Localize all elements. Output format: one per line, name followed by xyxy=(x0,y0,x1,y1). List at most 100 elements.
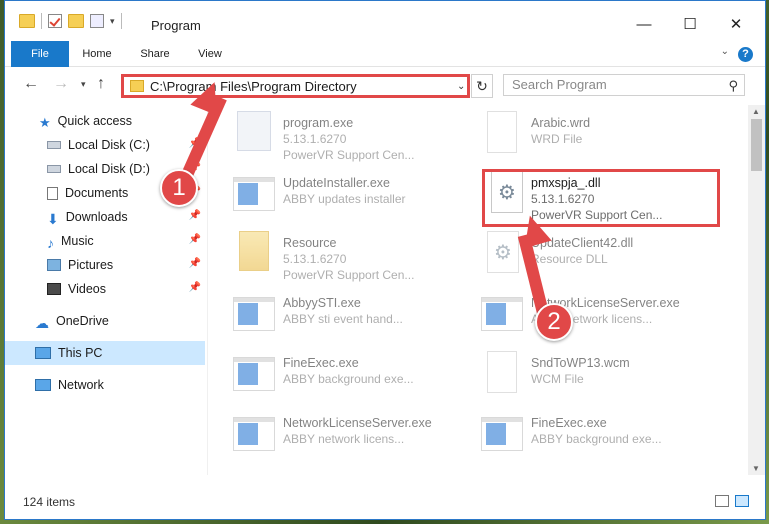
sidebar-item-label: Local Disk (D:) xyxy=(68,162,150,176)
drive-icon xyxy=(47,141,61,149)
step-badge-1: 1 xyxy=(160,169,198,207)
documents-icon xyxy=(47,186,58,200)
window-app-icon xyxy=(233,177,275,211)
ribbon-tabs: File Home Share View ⌄ ? xyxy=(5,41,765,67)
star-icon: ★ xyxy=(39,115,51,130)
large-icons-view-icon[interactable] xyxy=(735,495,749,507)
window-app-icon xyxy=(481,417,523,451)
pin-icon[interactable]: 📌 xyxy=(189,234,201,245)
details-view-icon[interactable] xyxy=(715,495,729,507)
divider xyxy=(120,13,122,29)
search-input[interactable]: Search Program ⚲ xyxy=(503,74,745,96)
sidebar-item-music[interactable]: ♪ Music 📌 xyxy=(5,229,205,253)
sidebar-item-downloads[interactable]: ⬇ Downloads 📌 xyxy=(5,205,205,229)
file-item-fineexec-exe-2[interactable]: FineExec.exe ABBY background exe... xyxy=(481,407,716,465)
forward-icon[interactable]: → xyxy=(53,75,69,93)
refresh-icon: ↻ xyxy=(476,77,488,94)
sidebar-item-this-pc[interactable]: This PC xyxy=(5,341,205,365)
file-item-arabic-wrd[interactable]: Arabic.wrd WRD File xyxy=(481,107,716,165)
chevron-down-icon[interactable]: ▾ xyxy=(110,16,115,27)
file-name: UpdateInstaller.exe xyxy=(283,176,391,190)
music-icon: ♪ xyxy=(47,235,54,251)
scroll-down-icon[interactable]: ▼ xyxy=(752,464,760,473)
download-icon: ⬇ xyxy=(47,211,59,227)
pin-icon[interactable]: 📌 xyxy=(189,282,201,293)
sidebar-item-quick-access[interactable]: ★ Quick access xyxy=(5,109,205,133)
sidebar-item-label: Videos xyxy=(68,282,106,296)
pictures-icon xyxy=(47,259,61,271)
file-item-updateclient42-dll[interactable]: ⚙ UpdateClient42.dll Resource DLL xyxy=(481,227,716,285)
sidebar-item-label: Local Disk (C:) xyxy=(68,138,150,152)
pin-icon[interactable]: 📌 xyxy=(189,210,201,221)
file-name: FineExec.exe xyxy=(283,356,359,370)
refresh-button[interactable]: ↻ xyxy=(471,74,493,98)
maximize-button[interactable]: ☐ xyxy=(667,9,713,39)
document-icon xyxy=(487,351,517,393)
sidebar-item-pictures[interactable]: Pictures 📌 xyxy=(5,253,205,277)
document-icon xyxy=(487,111,517,153)
sidebar-item-label: Music xyxy=(61,234,94,248)
file-explorer-window: ▾ Program — ☐ ✕ File Home Share View ⌄ ?… xyxy=(4,0,766,520)
address-bar[interactable]: C:\Program Files\Program Directory xyxy=(121,74,470,98)
close-button[interactable]: ✕ xyxy=(713,9,759,39)
vertical-scrollbar[interactable]: ▲ ▼ xyxy=(748,105,765,475)
cloud-icon: ☁ xyxy=(35,315,49,331)
file-description: ABBY network licens... xyxy=(283,432,405,446)
folder-icon xyxy=(130,80,144,92)
help-icon[interactable]: ? xyxy=(738,47,753,62)
window-app-icon xyxy=(233,417,275,451)
file-description: ABBY updates installer xyxy=(283,192,406,206)
new-folder-icon[interactable] xyxy=(68,14,84,28)
sidebar-item-local-disk-c[interactable]: Local Disk (C:) 📌 xyxy=(5,133,205,157)
file-name: SndToWP13.wcm xyxy=(531,356,630,370)
scrollbar-thumb[interactable] xyxy=(751,119,762,171)
tab-file[interactable]: File xyxy=(11,41,69,67)
recent-locations-icon[interactable]: ▾ xyxy=(81,79,86,90)
pane-divider[interactable] xyxy=(207,105,208,475)
address-dropdown-icon[interactable]: ⌄ xyxy=(457,81,465,92)
file-name: Resource xyxy=(283,236,337,250)
file-name: program.exe xyxy=(283,116,354,130)
tab-share[interactable]: Share xyxy=(133,41,177,67)
file-name: AbbyySTI.exe xyxy=(283,296,361,310)
sidebar-item-label: Documents xyxy=(65,186,129,200)
expand-ribbon-icon[interactable]: ⌄ xyxy=(721,46,729,57)
file-item-program-exe[interactable]: program.exe 5.13.1.6270 PowerVR Support Ce… xyxy=(233,107,468,165)
file-item-resource[interactable]: Resource 5.13.1.6270 PowerVR Support Cen..… xyxy=(233,227,468,285)
back-icon[interactable]: ← xyxy=(23,75,39,93)
tab-home[interactable]: Home xyxy=(75,41,119,67)
file-description: ABBY background exe... xyxy=(531,432,662,446)
step-badge-2: 2 xyxy=(535,303,573,341)
file-name: NetworkLicenseServer.exe xyxy=(283,416,432,430)
sidebar-item-network[interactable]: Network xyxy=(5,373,205,397)
file-item-networklicenseserver-exe[interactable]: NetworkLicenseServer.exe ABBY network lic… xyxy=(481,287,716,345)
file-version: 5.13.1.6270 xyxy=(283,252,347,266)
sidebar-item-label: Network xyxy=(58,378,104,392)
scroll-up-icon[interactable]: ▲ xyxy=(752,107,760,116)
file-version: 5.13.1.6270 xyxy=(283,132,347,146)
sidebar-item-videos[interactable]: Videos 📌 xyxy=(5,277,205,301)
application-icon xyxy=(237,111,271,151)
file-item-sndtowp13-wcm[interactable]: SndToWP13.wcm WCM File xyxy=(481,347,716,405)
pc-icon xyxy=(35,347,51,359)
window-app-icon xyxy=(233,357,275,391)
divider xyxy=(41,13,42,29)
pin-icon[interactable]: 📌 xyxy=(189,258,201,269)
navigation-row: ← → ▾ ↑ C:\Program Files\Program Directo… xyxy=(5,69,765,101)
title-bar: ▾ Program — ☐ ✕ xyxy=(5,1,765,41)
search-placeholder: Search Program xyxy=(512,77,607,92)
properties-icon[interactable] xyxy=(48,14,62,28)
file-item-networklicenseserver-exe-2[interactable]: NetworkLicenseServer.exe ABBY network lic… xyxy=(233,407,468,465)
minimize-button[interactable]: — xyxy=(621,9,667,39)
file-item-fineexec-exe[interactable]: FineExec.exe ABBY background exe... xyxy=(233,347,468,405)
file-item-abbyysti-exe[interactable]: AbbyySTI.exe ABBY sti event hand... xyxy=(233,287,468,345)
file-description: PowerVR Support Cen... xyxy=(283,148,415,162)
dll-gear-icon: ⚙ xyxy=(487,231,519,273)
file-description: ABBY sti event hand... xyxy=(283,312,403,326)
sidebar-item-onedrive[interactable]: ☁ OneDrive xyxy=(5,309,205,333)
up-icon[interactable]: ↑ xyxy=(97,75,105,93)
customize-toolbar-icon[interactable] xyxy=(90,14,104,28)
tab-view[interactable]: View xyxy=(191,41,229,67)
item-count: 124 items xyxy=(23,495,76,509)
file-item-updateinstaller-exe[interactable]: UpdateInstaller.exe ABBY updates installe… xyxy=(233,167,468,225)
